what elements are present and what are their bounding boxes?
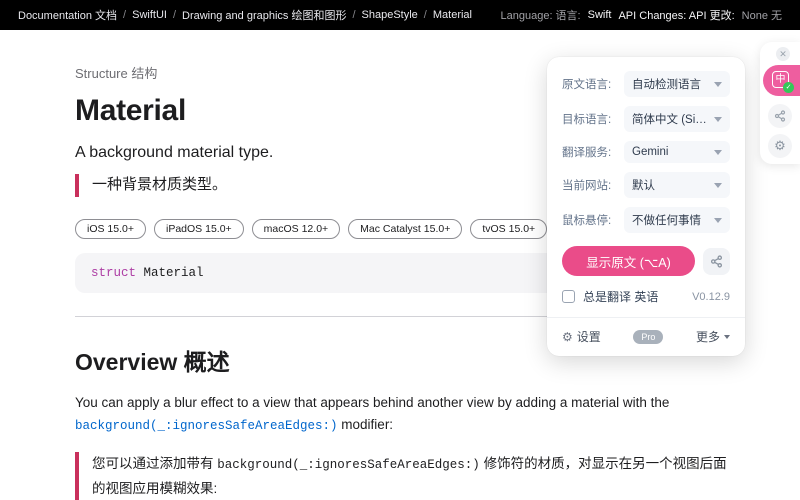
settings-button[interactable]: ⚙ 设置	[562, 328, 601, 345]
share-translation-button[interactable]	[703, 248, 730, 275]
share-icon	[774, 110, 786, 122]
immersive-translate-logo-button[interactable]: 中 ✓	[763, 65, 800, 96]
mouse-hover-select[interactable]: 不做任何事情	[624, 207, 730, 233]
target-language-select[interactable]: 简体中文 (Simplified ...	[624, 106, 730, 132]
target-language-value: 简体中文 (Simplified ...	[632, 111, 708, 127]
chevron-down-icon	[714, 183, 722, 188]
type-name: Material	[136, 266, 204, 280]
page-settings-button[interactable]: ⚙	[768, 134, 792, 158]
breadcrumb-swiftui[interactable]: SwiftUI	[132, 9, 167, 21]
platform-badge-macos: macOS 12.0+	[252, 219, 341, 239]
doc-topbar: Documentation 文档 / SwiftUI / Drawing and…	[0, 0, 800, 30]
gear-icon: ⚙	[774, 138, 786, 154]
overview-text: You can apply a blur effect to a view th…	[75, 395, 669, 410]
language-label: Language: 语言:	[501, 7, 581, 23]
source-language-value: 自动检测语言	[632, 76, 701, 92]
platform-badge-ios: iOS 15.0+	[75, 219, 146, 239]
platform-badge-tvos: tvOS 15.0+	[470, 219, 547, 239]
translate-service-value: Gemini	[632, 146, 668, 158]
share-icon	[710, 255, 723, 268]
api-changes-label: API Changes: API 更改:	[618, 7, 734, 23]
overview-text-end: modifier:	[338, 417, 394, 432]
language-value-swift[interactable]: Swift	[588, 9, 612, 21]
target-language-label: 目标语言:	[562, 111, 624, 127]
always-translate-label: 总是翻译 英语	[583, 288, 658, 305]
current-site-select[interactable]: 默认	[624, 172, 730, 198]
translate-service-select[interactable]: Gemini	[624, 141, 730, 163]
more-label: 更多	[696, 328, 720, 345]
topbar-meta: Language: 语言: Swift API Changes: API 更改:…	[501, 7, 783, 23]
mouse-hover-label: 鼠标悬停:	[562, 212, 624, 228]
current-site-label: 当前网站:	[562, 177, 624, 193]
translate-service-label: 翻译服务:	[562, 144, 624, 160]
translate-popup: 原文语言: 自动检测语言 目标语言: 简体中文 (Simplified ... …	[547, 57, 745, 356]
close-icon[interactable]: ✕	[776, 47, 790, 61]
background-modifier-code: background(_:ignoresSafeAreaEdges:)	[217, 458, 480, 472]
breadcrumb-separator: /	[352, 9, 355, 21]
breadcrumb-separator: /	[123, 9, 126, 21]
edge-toolbar: ✕ 中 ✓ ⚙	[760, 42, 800, 164]
extension-version: V0.12.9	[692, 291, 730, 303]
api-changes-value[interactable]: None 无	[742, 7, 782, 23]
breadcrumb-separator: /	[424, 9, 427, 21]
source-language-label: 原文语言:	[562, 76, 624, 92]
breadcrumb: Documentation 文档 / SwiftUI / Drawing and…	[18, 7, 472, 23]
page-share-button[interactable]	[768, 104, 792, 128]
mouse-hover-value: 不做任何事情	[632, 212, 701, 228]
pro-badge[interactable]: Pro	[633, 330, 663, 344]
breadcrumb-separator: /	[173, 9, 176, 21]
platform-badge-catalyst: Mac Catalyst 15.0+	[348, 219, 462, 239]
overview-paragraph-english: You can apply a blur effect to a view th…	[75, 392, 737, 438]
gear-icon: ⚙	[562, 330, 573, 344]
check-badge-icon: ✓	[783, 82, 794, 93]
breadcrumb-documentation[interactable]: Documentation 文档	[18, 7, 117, 23]
chevron-down-icon	[714, 117, 722, 122]
chevron-down-icon	[724, 335, 730, 339]
always-translate-checkbox[interactable]	[562, 290, 575, 303]
overview-paragraph-translation: 您可以通过添加带有 background(_:ignoresSafeAreaEd…	[75, 452, 737, 500]
platform-badge-ipados: iPadOS 15.0+	[154, 219, 244, 239]
show-original-button[interactable]: 显示原文 (⌥A)	[562, 246, 695, 276]
source-language-select[interactable]: 自动检测语言	[624, 71, 730, 97]
more-button[interactable]: 更多	[696, 328, 730, 345]
chevron-down-icon	[714, 82, 722, 87]
chevron-down-icon	[714, 218, 722, 223]
settings-label: 设置	[577, 328, 601, 345]
breadcrumb-shapestyle[interactable]: ShapeStyle	[362, 9, 418, 21]
breadcrumb-material[interactable]: Material	[433, 9, 472, 21]
current-site-value: 默认	[632, 177, 655, 193]
background-modifier-link[interactable]: background(_:ignoresSafeAreaEdges:)	[75, 419, 338, 433]
chevron-down-icon	[714, 150, 722, 155]
overview-zh-text: 您可以通过添加带有	[92, 456, 217, 471]
swift-keyword: struct	[91, 266, 136, 280]
breadcrumb-drawing-graphics[interactable]: Drawing and graphics 绘图和图形	[182, 7, 346, 23]
